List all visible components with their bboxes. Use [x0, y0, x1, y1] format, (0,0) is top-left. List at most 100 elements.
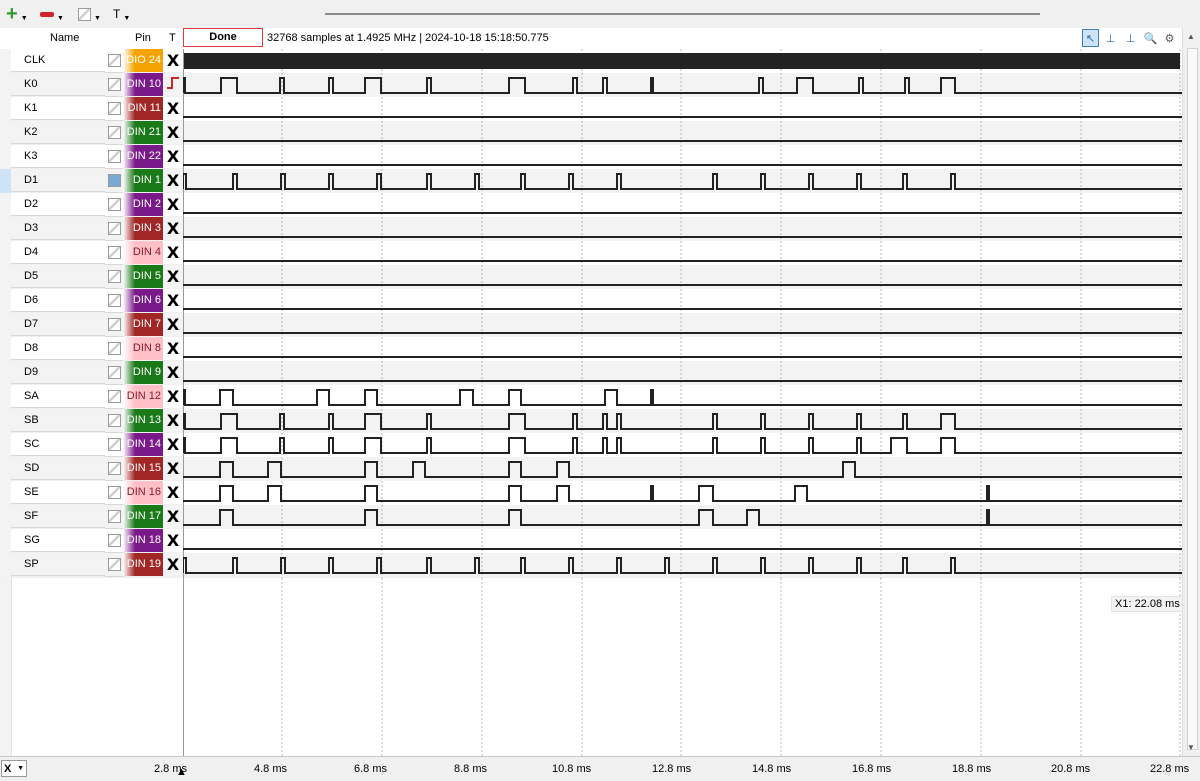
horizontal-splitter[interactable] — [325, 13, 1040, 15]
channel-pin[interactable]: DIN 8 — [123, 337, 163, 360]
channel-trigger-button[interactable]: X — [163, 361, 183, 384]
channel-pin[interactable]: DIN 6 — [123, 289, 163, 312]
channel-edit-button[interactable] — [105, 73, 123, 97]
cursor-marker-icon[interactable]: ▲ — [176, 766, 187, 778]
channel-edit-button[interactable] — [105, 241, 123, 265]
channel-trigger-button[interactable]: X — [163, 529, 183, 552]
channel-edit-button[interactable] — [105, 49, 123, 73]
channel-name[interactable]: SP — [11, 553, 105, 576]
channel-name[interactable]: D9 — [11, 361, 105, 384]
channel-pin[interactable]: DIN 22 — [123, 145, 163, 168]
channel-trigger-button[interactable]: X — [163, 49, 183, 72]
channel-pin[interactable]: DIN 2 — [123, 193, 163, 216]
channel-pin[interactable]: DIN 15 — [123, 457, 163, 480]
pin-column-header[interactable]: Pin — [135, 32, 151, 44]
channel-name[interactable]: K0 — [11, 73, 105, 96]
channel-name[interactable]: SA — [11, 385, 105, 408]
channel-trigger-button[interactable]: X — [163, 553, 183, 576]
channel-edit-button[interactable] — [105, 505, 123, 529]
channel-edit-button[interactable] — [105, 313, 123, 337]
channel-pin[interactable]: DIN 18 — [123, 529, 163, 552]
channel-pin[interactable]: DIN 4 — [123, 241, 163, 264]
measure-tool-button[interactable]: ⊥ — [1122, 29, 1139, 47]
pointer-tool-button[interactable]: ↖ — [1082, 29, 1099, 47]
channel-edit-button[interactable] — [105, 481, 123, 505]
channel-pin[interactable]: DIN 10 — [123, 73, 163, 96]
channel-pin[interactable]: DIN 5 — [123, 265, 163, 288]
channel-trigger-button[interactable]: X — [163, 457, 183, 480]
channel-trigger-button[interactable]: X — [163, 289, 183, 312]
channel-edit-button[interactable] — [105, 193, 123, 217]
channel-name[interactable]: D2 — [11, 193, 105, 216]
channel-pin[interactable]: DIN 11 — [123, 97, 163, 120]
channel-trigger-button[interactable]: X — [163, 241, 183, 264]
channel-edit-button[interactable] — [105, 265, 123, 289]
channel-pin[interactable]: DIN 7 — [123, 313, 163, 336]
channel-trigger-button[interactable]: X — [163, 409, 183, 432]
channel-pin[interactable]: DIO 24 — [123, 49, 163, 72]
channel-trigger-button[interactable]: X — [163, 97, 183, 120]
channel-name[interactable]: D3 — [11, 217, 105, 240]
channel-trigger-button[interactable]: X — [163, 505, 183, 528]
channel-name[interactable]: SB — [11, 409, 105, 432]
channel-edit-button[interactable] — [105, 289, 123, 313]
channel-edit-button[interactable] — [105, 337, 123, 361]
channel-name[interactable]: D6 — [11, 289, 105, 312]
channel-name[interactable]: D7 — [11, 313, 105, 336]
channel-pin[interactable]: DIN 14 — [123, 433, 163, 456]
channel-edit-button[interactable] — [105, 361, 123, 385]
channel-trigger-button[interactable]: X — [163, 313, 183, 336]
channel-trigger-button[interactable]: X — [163, 385, 183, 408]
channel-pin[interactable]: DIN 12 — [123, 385, 163, 408]
channel-name[interactable]: K3 — [11, 145, 105, 168]
channel-pin[interactable]: DIN 19 — [123, 553, 163, 576]
channel-pin[interactable]: DIN 1 — [123, 169, 163, 192]
channel-edit-button[interactable] — [105, 385, 123, 409]
channel-trigger-button[interactable]: X — [163, 169, 183, 192]
channel-trigger-button[interactable]: X — [163, 433, 183, 456]
channel-name[interactable]: D1 — [11, 169, 105, 192]
channel-name[interactable]: SC — [11, 433, 105, 456]
waveform-area[interactable] — [183, 49, 1182, 578]
channel-edit-button[interactable] — [105, 97, 123, 121]
channel-trigger-button[interactable]: X — [163, 193, 183, 216]
vertical-scrollbar[interactable]: ▲ ▼ — [1182, 28, 1200, 756]
channel-trigger-button[interactable] — [163, 73, 183, 96]
remove-channel-button[interactable]: ▼ — [40, 5, 64, 23]
channel-trigger-button[interactable]: X — [163, 145, 183, 168]
edit-button[interactable]: ▼ — [78, 5, 101, 23]
channel-trigger-button[interactable]: X — [163, 481, 183, 504]
settings-button[interactable]: ⚙ — [1161, 29, 1178, 47]
channel-name[interactable]: SE — [11, 481, 105, 504]
channel-trigger-button[interactable]: X — [163, 337, 183, 360]
zoom-tool-button[interactable]: 🔍 — [1142, 29, 1159, 47]
channel-edit-button[interactable] — [105, 553, 123, 577]
channel-edit-button[interactable] — [105, 145, 123, 169]
channel-edit-button[interactable] — [105, 457, 123, 481]
scroll-up-icon[interactable]: ▲ — [1187, 32, 1195, 41]
done-status-button[interactable]: Done — [183, 28, 263, 47]
add-channel-button[interactable]: + ▼ — [6, 4, 28, 24]
cursor-select-dropdown[interactable]: X ▼ — [1, 760, 27, 777]
text-tool-button[interactable]: T ▼ — [113, 5, 130, 23]
channel-name[interactable]: SD — [11, 457, 105, 480]
channel-edit-button[interactable] — [105, 169, 123, 193]
channel-pin[interactable]: DIN 21 — [123, 121, 163, 144]
trigger-column-header[interactable]: T — [169, 32, 176, 44]
channel-name[interactable]: K1 — [11, 97, 105, 120]
channel-name[interactable]: K2 — [11, 121, 105, 144]
channel-edit-button[interactable] — [105, 217, 123, 241]
channel-edit-button[interactable] — [105, 121, 123, 145]
channel-name[interactable]: SF — [11, 505, 105, 528]
channel-trigger-button[interactable]: X — [163, 265, 183, 288]
channel-pin[interactable]: DIN 16 — [123, 481, 163, 504]
channel-name[interactable]: CLK — [11, 49, 105, 72]
channel-pin[interactable]: DIN 3 — [123, 217, 163, 240]
channel-edit-button[interactable] — [105, 433, 123, 457]
channel-name[interactable]: D5 — [11, 265, 105, 288]
channel-name[interactable]: D4 — [11, 241, 105, 264]
name-column-header[interactable]: Name — [50, 32, 79, 44]
channel-edit-button[interactable] — [105, 409, 123, 433]
channel-name[interactable]: D8 — [11, 337, 105, 360]
channel-pin[interactable]: DIN 13 — [123, 409, 163, 432]
